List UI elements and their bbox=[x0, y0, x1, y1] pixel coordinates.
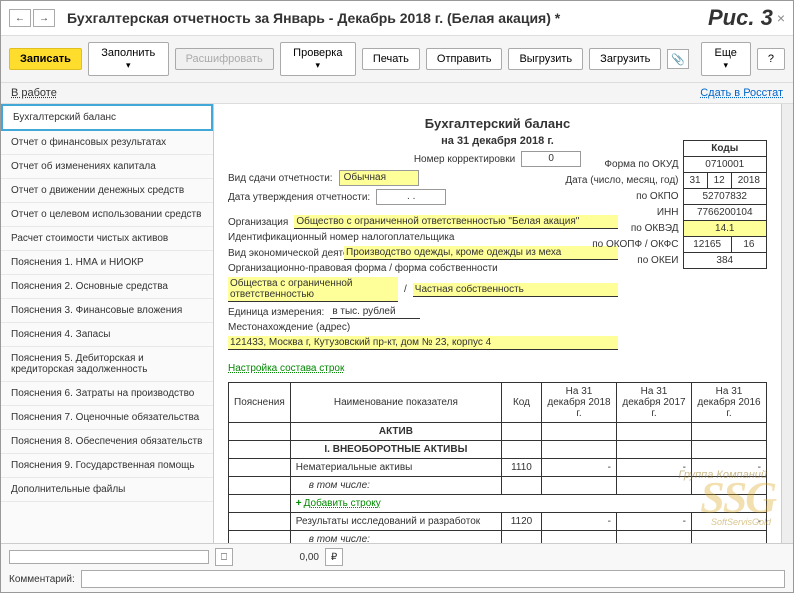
write-button[interactable]: Записать bbox=[9, 48, 82, 70]
submit-rosstat-link[interactable]: Сдать в Росстат bbox=[700, 87, 783, 99]
sidebar-item-balance[interactable]: Бухгалтерский баланс bbox=[1, 104, 213, 131]
more-button[interactable]: Еще bbox=[701, 42, 751, 76]
nav-fwd[interactable]: → bbox=[33, 9, 55, 27]
comment-input[interactable] bbox=[81, 570, 785, 588]
check-button[interactable]: Проверка bbox=[280, 42, 356, 76]
sidebar-item-net-assets[interactable]: Расчет стоимости чистых активов bbox=[1, 227, 213, 251]
okud: 0710001 bbox=[683, 157, 767, 173]
inn: 7766200104 bbox=[683, 205, 767, 221]
currency-badge: ₽ bbox=[325, 548, 343, 566]
upload-button[interactable]: Выгрузить bbox=[508, 48, 583, 70]
window-title: Бухгалтерская отчетность за Январь - Дек… bbox=[67, 10, 708, 26]
footer-value: 0,00 bbox=[239, 552, 319, 563]
decode-button: Расшифровать bbox=[175, 48, 274, 70]
okpo: 52707832 bbox=[683, 189, 767, 205]
sidebar-item-files[interactable]: Дополнительные файлы bbox=[1, 478, 213, 502]
sidebar-item-notes8[interactable]: Пояснения 8. Обеспечения обязательств bbox=[1, 430, 213, 454]
unit-field[interactable]: в тыс. рублей bbox=[330, 305, 420, 319]
sidebar-item-target-use[interactable]: Отчет о целевом использовании средств bbox=[1, 203, 213, 227]
status-work[interactable]: В работе bbox=[11, 87, 57, 99]
correction-label: Номер корректировки bbox=[414, 154, 515, 165]
delivery-type-field[interactable]: Обычная bbox=[339, 170, 419, 186]
sidebar: Бухгалтерский баланс Отчет о финансовых … bbox=[1, 104, 214, 543]
footer-slider[interactable] bbox=[9, 550, 209, 564]
download-button[interactable]: Загрузить bbox=[589, 48, 661, 70]
plus-icon[interactable]: + bbox=[296, 498, 302, 509]
okved[interactable]: 14.1 bbox=[683, 221, 767, 237]
slider-handle[interactable]: ⎕ bbox=[215, 548, 233, 566]
attach-icon[interactable]: 📎 bbox=[667, 49, 688, 69]
sidebar-item-notes4[interactable]: Пояснения 4. Запасы bbox=[1, 323, 213, 347]
figure-label: Рис. 3 bbox=[708, 5, 773, 31]
scrollbar[interactable] bbox=[781, 104, 793, 543]
form-content: Бухгалтерский баланс на 31 декабря 2018 … bbox=[214, 104, 781, 543]
sidebar-item-fin-results[interactable]: Отчет о финансовых результатах bbox=[1, 131, 213, 155]
sidebar-item-notes3[interactable]: Пояснения 3. Финансовые вложения bbox=[1, 299, 213, 323]
nav-back[interactable]: ← bbox=[9, 9, 31, 27]
legal-form2-field[interactable]: Частная собственность bbox=[413, 283, 618, 297]
sidebar-item-notes1[interactable]: Пояснения 1. НМА и НИОКР bbox=[1, 251, 213, 275]
sidebar-item-notes2[interactable]: Пояснения 2. Основные средства bbox=[1, 275, 213, 299]
row-settings-link[interactable]: Настройка состава строк bbox=[228, 363, 344, 374]
add-row-link[interactable]: Добавить строку bbox=[304, 498, 381, 509]
address-field[interactable]: 121433, Москва г, Кутузовский пр-кт, дом… bbox=[228, 336, 618, 350]
fill-button[interactable]: Заполнить bbox=[88, 42, 169, 76]
sidebar-item-notes9[interactable]: Пояснения 9. Государственная помощь bbox=[1, 454, 213, 478]
form-title: Бухгалтерский баланс bbox=[228, 116, 767, 131]
comment-label: Комментарий: bbox=[9, 574, 75, 585]
help-button[interactable]: ? bbox=[757, 48, 785, 70]
sidebar-item-notes5[interactable]: Пояснения 5. Дебиторская и кредиторская … bbox=[1, 347, 213, 382]
sidebar-item-notes7[interactable]: Пояснения 7. Оценочные обязательства bbox=[1, 406, 213, 430]
grid-row: Результаты исследований и разработок1120… bbox=[229, 513, 767, 531]
grid-row: Нематериальные активы1110--- bbox=[229, 459, 767, 477]
send-button[interactable]: Отправить bbox=[426, 48, 503, 70]
balance-grid: Пояснения Наименование показателя Код На… bbox=[228, 382, 767, 543]
print-button[interactable]: Печать bbox=[362, 48, 420, 70]
legal-form1-field[interactable]: Общества с ограниченной ответственностью bbox=[228, 277, 398, 302]
codes-table: Коды Форма по ОКУД0710001 Дата (число, м… bbox=[559, 140, 767, 269]
sidebar-item-capital[interactable]: Отчет об изменениях капитала bbox=[1, 155, 213, 179]
sidebar-item-cashflow[interactable]: Отчет о движении денежных средств bbox=[1, 179, 213, 203]
close-icon[interactable]: × bbox=[777, 10, 785, 26]
approve-date-field[interactable]: . . bbox=[376, 189, 446, 205]
sidebar-item-notes6[interactable]: Пояснения 6. Затраты на производство bbox=[1, 382, 213, 406]
